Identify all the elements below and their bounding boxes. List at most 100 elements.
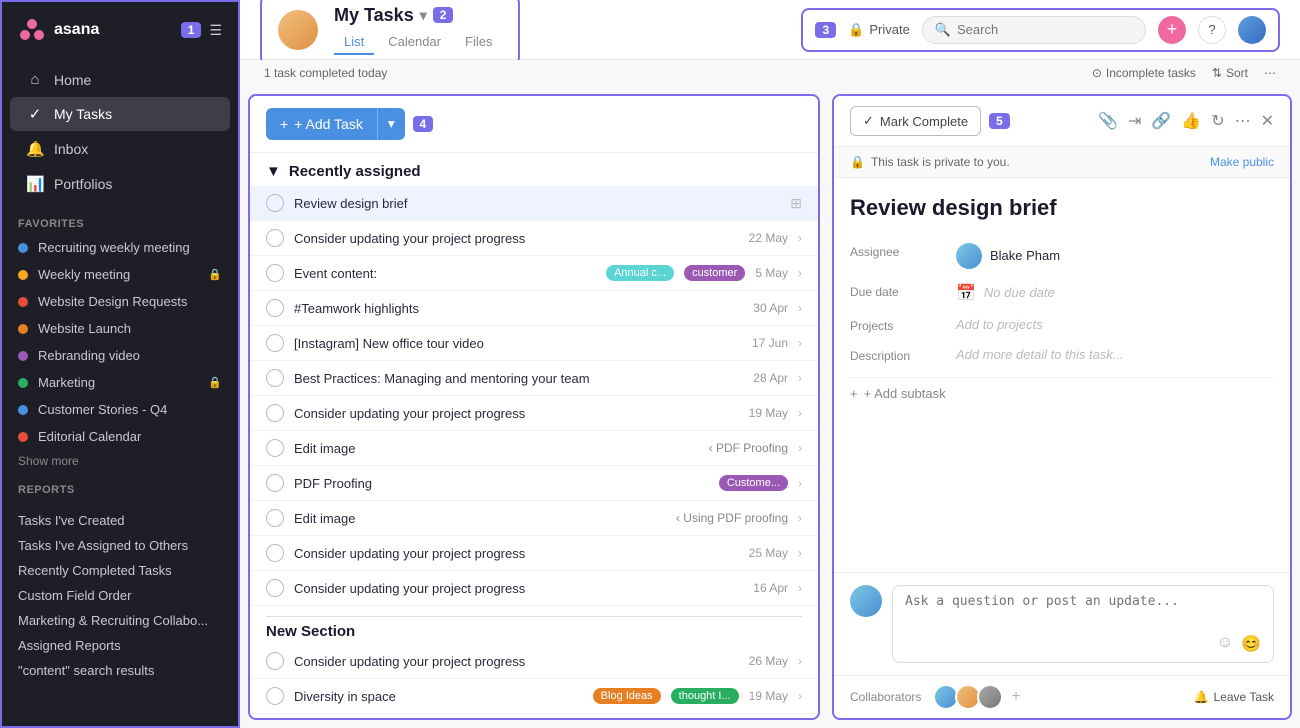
report-custom-field[interactable]: Custom Field Order — [2, 583, 238, 608]
add-task-button[interactable]: + + Add Task — [266, 108, 377, 140]
make-public-button[interactable]: Make public — [1210, 155, 1274, 169]
favorite-rebranding[interactable]: Rebranding video — [2, 342, 238, 369]
comment-input-area[interactable]: ☺ 😊 — [892, 585, 1274, 663]
add-task-dropdown-button[interactable]: ▾ — [377, 108, 405, 140]
paperclip-icon[interactable]: 📎 — [1098, 111, 1118, 131]
task-checkbox[interactable] — [266, 299, 284, 317]
projects-value[interactable]: Add to projects — [956, 317, 1043, 332]
search-box[interactable]: 🔍 — [922, 16, 1146, 44]
tab-calendar[interactable]: Calendar — [378, 30, 451, 55]
chain-icon[interactable]: 🔗 — [1151, 111, 1171, 131]
report-assigned-reports[interactable]: Assigned Reports — [2, 633, 238, 658]
table-row[interactable]: #Teamwork highlights 30 Apr › — [250, 291, 818, 326]
task-checkbox[interactable] — [266, 509, 284, 527]
chart-icon: 📊 — [26, 175, 44, 193]
table-row[interactable]: [Instagram] New office tour video 17 Jun… — [250, 326, 818, 361]
refresh-icon[interactable]: ↻ — [1211, 111, 1224, 131]
report-label: Tasks I've Assigned to Others — [18, 538, 188, 553]
collaborators-bar: Collaborators + 🔔 Leave Task — [834, 675, 1290, 718]
report-tasks-created[interactable]: Tasks I've Created — [2, 508, 238, 533]
table-row[interactable]: Consider updating your project progress … — [250, 571, 818, 606]
add-collaborator-button[interactable]: + — [1011, 688, 1020, 706]
sidebar-header: asana 1 ☰ — [2, 2, 238, 58]
table-row[interactable]: Edit image ‹ Using PDF proofing › — [250, 501, 818, 536]
table-row[interactable]: Consider updating your project progress … — [250, 396, 818, 431]
task-checkbox[interactable] — [266, 687, 284, 705]
tab-list[interactable]: List — [334, 30, 374, 55]
favorite-recruiting[interactable]: Recruiting weekly meeting — [2, 234, 238, 261]
user-avatar-small[interactable] — [1238, 16, 1266, 44]
task-status-bar: 1 task completed today ⊙ Incomplete task… — [240, 60, 1300, 86]
help-button[interactable]: ? — [1198, 16, 1226, 44]
mark-complete-button[interactable]: ✓ Mark Complete — [850, 106, 981, 136]
task-checkbox[interactable] — [266, 334, 284, 352]
table-row[interactable]: Consider updating your project progress … — [250, 221, 818, 256]
task-checkbox[interactable] — [266, 544, 284, 562]
more-options-button[interactable]: ⋯ — [1264, 66, 1276, 80]
task-checkbox[interactable] — [266, 194, 284, 212]
comment-input[interactable] — [905, 594, 1261, 634]
collaborators-label: Collaborators — [850, 690, 921, 704]
favorite-website-launch[interactable]: Website Launch — [2, 315, 238, 342]
sidebar-item-portfolios[interactable]: 📊 Portfolios — [10, 167, 230, 201]
task-checkbox[interactable] — [266, 229, 284, 247]
emoji-icon[interactable]: ☺ — [1217, 634, 1233, 654]
dot-icon — [18, 270, 28, 280]
favorite-website-design[interactable]: Website Design Requests — [2, 288, 238, 315]
incomplete-tasks-label[interactable]: ⊙ Incomplete tasks — [1092, 66, 1196, 80]
favorite-marketing[interactable]: Marketing 🔒 — [2, 369, 238, 396]
table-row[interactable]: PDF Proofing Custome... › — [250, 466, 818, 501]
detail-topbar: ✓ Mark Complete 5 📎 ⇥ 🔗 👍 ↻ ⋯ ✕ — [834, 96, 1290, 147]
favorite-weekly[interactable]: Weekly meeting 🔒 — [2, 261, 238, 288]
detail-scroll[interactable]: Review design brief Assignee Blake Pham … — [834, 178, 1290, 572]
table-row[interactable]: Edit image ‹ PDF Proofing › — [250, 431, 818, 466]
task-checkbox[interactable] — [266, 474, 284, 492]
add-subtask-button[interactable]: + + Add subtask — [850, 377, 1274, 409]
leave-task-button[interactable]: 🔔 Leave Task — [1194, 690, 1274, 704]
circle-check-icon: ⊙ — [1092, 66, 1102, 80]
report-marketing-collab[interactable]: Marketing & Recruiting Collabo... — [2, 608, 238, 633]
section-arrow-icon[interactable]: ▼ — [266, 163, 281, 180]
task-checkbox[interactable] — [266, 404, 284, 422]
report-content-search[interactable]: "content" search results — [2, 658, 238, 683]
lock-icon: 🔒 This task is private to you. — [850, 155, 1010, 169]
task-checkbox[interactable] — [266, 439, 284, 457]
task-checkbox[interactable] — [266, 652, 284, 670]
table-row[interactable]: Diversity in space Blog Ideas thought I.… — [250, 679, 818, 714]
report-recently-completed[interactable]: Recently Completed Tasks — [2, 558, 238, 583]
favorite-editorial[interactable]: Editorial Calendar — [2, 423, 238, 450]
thumb-up-icon[interactable]: 👍 — [1181, 111, 1201, 131]
header-badge: 2 — [433, 7, 454, 23]
search-input[interactable] — [957, 22, 1133, 37]
link-icon[interactable]: ⇥ — [1128, 111, 1141, 131]
my-tasks-text: My Tasks — [334, 5, 414, 26]
sort-icon: ⇅ — [1212, 66, 1222, 80]
task-checkbox[interactable] — [266, 264, 284, 282]
tab-files[interactable]: Files — [455, 30, 502, 55]
sidebar-item-my-tasks[interactable]: ✓ My Tasks — [10, 97, 230, 131]
smiley-icon[interactable]: 😊 — [1241, 634, 1261, 654]
sort-button[interactable]: ⇅ Sort — [1212, 66, 1248, 80]
table-row[interactable]: Best Practices: Managing and mentoring y… — [250, 361, 818, 396]
sidebar-item-home[interactable]: ⌂ Home — [10, 63, 230, 96]
more-icon[interactable]: ⋯ — [1235, 111, 1251, 131]
favorite-customer-stories[interactable]: Customer Stories - Q4 — [2, 396, 238, 423]
table-row[interactable]: Event content: Annual c... customer 5 Ma… — [250, 256, 818, 291]
table-row[interactable]: Consider updating your project progress … — [250, 644, 818, 679]
task-checkbox[interactable] — [266, 369, 284, 387]
table-row[interactable]: Review design brief ⊞ — [250, 186, 818, 221]
description-value[interactable]: Add more detail to this task... — [956, 347, 1124, 362]
my-tasks-header: My Tasks ▾ 2 List Calendar Files — [260, 0, 520, 65]
due-date-value[interactable]: 📅 No due date — [956, 283, 1055, 303]
hamburger-icon[interactable]: ☰ — [209, 22, 222, 39]
show-more-link[interactable]: Show more — [2, 450, 238, 472]
task-list-scroll[interactable]: ▼ Recently assigned Review design brief … — [250, 153, 818, 718]
chevron-down-icon: ▾ — [420, 7, 427, 24]
sidebar-item-inbox[interactable]: 🔔 Inbox — [10, 132, 230, 166]
favorite-label: Weekly meeting — [38, 267, 130, 282]
table-row[interactable]: Consider updating your project progress … — [250, 536, 818, 571]
task-checkbox[interactable] — [266, 579, 284, 597]
add-button[interactable]: + — [1158, 16, 1186, 44]
report-tasks-assigned[interactable]: Tasks I've Assigned to Others — [2, 533, 238, 558]
close-icon[interactable]: ✕ — [1261, 111, 1274, 131]
